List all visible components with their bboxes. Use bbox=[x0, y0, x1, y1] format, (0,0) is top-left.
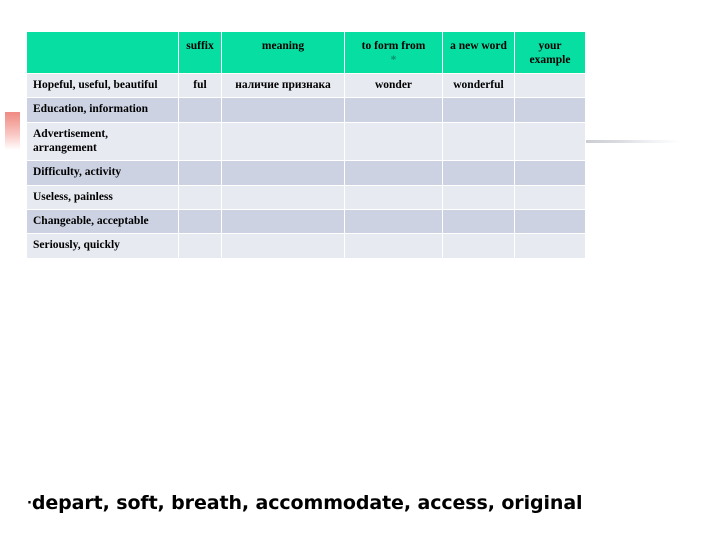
asterisk-marker: * bbox=[390, 54, 397, 67]
cell-meaning[interactable] bbox=[222, 234, 344, 258]
column-header-a-new-word: a new word bbox=[443, 32, 514, 73]
cell-meaning[interactable]: наличие признака bbox=[222, 73, 344, 98]
cell-meaning[interactable] bbox=[222, 185, 344, 209]
cell-newword[interactable] bbox=[443, 161, 514, 185]
cell-term: Education, information bbox=[27, 98, 178, 122]
cell-term: Changeable, acceptable bbox=[27, 210, 178, 234]
table-row: Advertisement, arrangement bbox=[27, 122, 585, 161]
column-header-to-form-from: to form from * bbox=[345, 32, 442, 73]
cell-newword[interactable] bbox=[443, 210, 514, 234]
cell-example[interactable] bbox=[515, 234, 585, 258]
cell-newword[interactable] bbox=[443, 122, 514, 161]
cell-example[interactable] bbox=[515, 185, 585, 209]
cell-form[interactable] bbox=[345, 210, 442, 234]
bottom-word-list-text: depart, soft, breath, accommodate, acces… bbox=[31, 492, 583, 514]
cell-newword[interactable] bbox=[443, 234, 514, 258]
cell-example[interactable] bbox=[515, 161, 585, 185]
table-row: Changeable, acceptable bbox=[27, 210, 585, 234]
cell-suffix[interactable] bbox=[179, 122, 221, 161]
cell-newword[interactable] bbox=[443, 185, 514, 209]
cell-form[interactable] bbox=[345, 161, 442, 185]
cell-term: Useless, painless bbox=[27, 185, 178, 209]
cell-example[interactable] bbox=[515, 98, 585, 122]
cell-example[interactable] bbox=[515, 73, 585, 98]
cell-meaning[interactable] bbox=[222, 98, 344, 122]
cell-meaning[interactable] bbox=[222, 161, 344, 185]
cell-term: Difficulty, activity bbox=[27, 161, 178, 185]
column-header-to-form-from-label: to form from bbox=[361, 40, 426, 52]
suffix-exercise-table: suffix meaning to form from * a new word … bbox=[26, 31, 586, 259]
cell-form[interactable] bbox=[345, 185, 442, 209]
cell-newword[interactable] bbox=[443, 98, 514, 122]
cell-form[interactable]: wonder bbox=[345, 73, 442, 98]
table-row: Seriously, quickly bbox=[27, 234, 585, 258]
red-gradient-marker bbox=[5, 112, 20, 150]
cell-suffix[interactable] bbox=[179, 234, 221, 258]
cell-meaning[interactable] bbox=[222, 122, 344, 161]
fading-horizontal-rule bbox=[583, 140, 680, 143]
table-row: Hopeful, useful, beautiful ful наличие при… bbox=[27, 73, 585, 98]
table-row: Education, information bbox=[27, 98, 585, 122]
cell-suffix[interactable] bbox=[179, 210, 221, 234]
cell-example[interactable] bbox=[515, 122, 585, 161]
cell-newword[interactable]: wonderful bbox=[443, 73, 514, 98]
table-row: Difficulty, activity bbox=[27, 161, 585, 185]
cell-term: Hopeful, useful, beautiful bbox=[27, 73, 178, 98]
cell-term: Advertisement, arrangement bbox=[27, 122, 178, 161]
column-header-suffix: suffix bbox=[179, 32, 221, 73]
table-header-row: suffix meaning to form from * a new word … bbox=[27, 32, 585, 73]
cell-suffix[interactable] bbox=[179, 185, 221, 209]
cell-suffix[interactable] bbox=[179, 98, 221, 122]
cell-form[interactable] bbox=[345, 98, 442, 122]
cell-suffix[interactable] bbox=[179, 161, 221, 185]
cell-term: Seriously, quickly bbox=[27, 234, 178, 258]
cell-form[interactable] bbox=[345, 122, 442, 161]
cell-form[interactable] bbox=[345, 234, 442, 258]
table-body: Hopeful, useful, beautiful ful наличие при… bbox=[27, 73, 585, 258]
cell-example[interactable] bbox=[515, 210, 585, 234]
cell-suffix[interactable]: ful bbox=[179, 73, 221, 98]
column-header-your-example: your example bbox=[515, 32, 585, 73]
cell-meaning[interactable] bbox=[222, 210, 344, 234]
column-header-term bbox=[27, 32, 178, 73]
column-header-meaning: meaning bbox=[222, 32, 344, 73]
bottom-word-list: ·depart, soft, breath, accommodate, acce… bbox=[27, 492, 583, 514]
table-row: Useless, painless bbox=[27, 185, 585, 209]
